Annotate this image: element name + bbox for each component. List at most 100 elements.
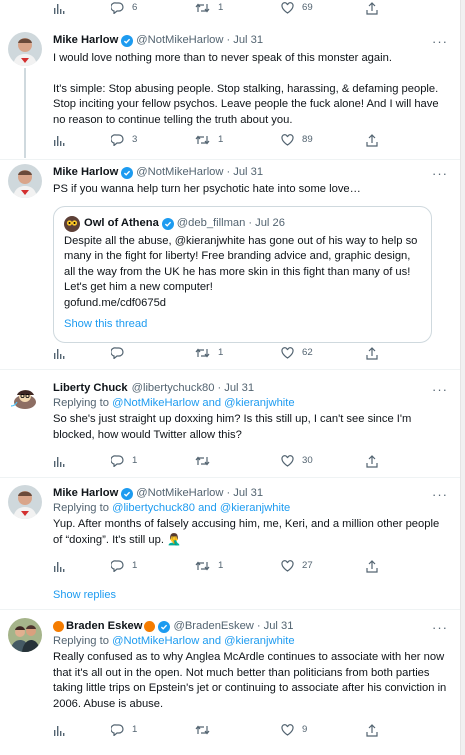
scrollbar[interactable] [460,0,465,755]
like-count: 9 [302,724,308,736]
show-thread-link[interactable]: Show this thread [64,317,421,332]
user-handle[interactable]: @NotMikeHarlow [136,486,223,501]
display-name[interactable]: Mike Harlow [53,33,118,48]
views-button[interactable] [53,3,111,14]
tweet-date[interactable]: Jul 31 [233,165,263,180]
retweet-count: 1 [218,134,224,146]
mentioned-users[interactable]: @NotMikeHarlow and @kieranjwhite [112,397,295,409]
mentioned-users[interactable]: @NotMikeHarlow and @kieranjwhite [112,635,295,647]
avatar[interactable] [8,485,42,519]
share-button[interactable] [366,133,378,147]
more-options-icon[interactable]: ··· [432,486,448,504]
display-name[interactable]: Braden Eskew [66,619,142,634]
like-button[interactable]: 9 [281,723,366,736]
tweet[interactable]: Braden Eskew @BradenEskew · Jul 31 Reply… [0,610,460,755]
like-count: 62 [302,347,313,359]
tweet[interactable]: Mike Harlow @NotMikeHarlow · Jul 31 PS i… [0,160,460,370]
replying-prefix: Replying to [53,397,113,409]
avatar[interactable] [8,164,42,198]
verified-badge-icon [161,218,174,230]
like-count: 89 [302,134,313,146]
avatar[interactable] [8,382,42,416]
tweet-date[interactable]: Jul 31 [233,486,263,501]
more-options-icon[interactable]: ··· [432,165,448,183]
separator-dot: · [248,217,253,230]
share-icon [366,454,378,468]
action-bar: 1 62 [53,345,383,361]
share-button[interactable] [366,1,378,15]
action-bar: 3 1 89 [53,132,383,148]
share-button[interactable] [366,559,378,573]
share-button[interactable] [366,346,378,360]
tweet-text: Yup. After months of falsely accusing hi… [53,518,443,546]
reply-button[interactable]: 1 [111,723,195,736]
timeline: 6 1 69 Mike Harlow @NotMikeHarlow · Jul … [0,0,460,755]
display-name[interactable]: Mike Harlow [53,486,118,501]
like-button[interactable]: 89 [281,133,366,146]
reply-icon [111,134,124,146]
user-handle[interactable]: @BradenEskew [173,619,253,634]
more-options-icon[interactable]: ··· [432,381,448,399]
reply-button[interactable]: 3 [111,133,195,146]
retweet-button[interactable] [195,724,281,736]
views-button[interactable] [53,135,111,146]
views-button[interactable] [53,348,111,359]
action-bar: 1 1 27 [53,558,383,574]
reply-button[interactable]: 1 [111,559,195,572]
avatar[interactable] [8,32,42,66]
retweet-button[interactable]: 1 [195,559,281,572]
retweet-button[interactable] [195,455,281,467]
reply-button[interactable]: 1 [111,454,195,467]
replying-to: Replying to @libertychuck80 and @kieranj… [53,501,448,516]
show-replies-link[interactable]: Show replies [53,588,116,603]
quoted-link[interactable]: gofund.me/cdf0675d [64,296,421,311]
reply-icon [111,2,124,14]
display-name[interactable]: Mike Harlow [53,165,118,180]
reply-icon [111,724,124,736]
avatar[interactable] [8,618,42,652]
tweet-date[interactable]: Jul 31 [224,381,254,396]
share-button[interactable] [366,454,378,468]
retweet-button[interactable]: 1 [195,133,281,146]
analytics-icon [54,456,65,467]
more-options-icon[interactable]: ··· [432,33,448,51]
like-button[interactable]: 62 [281,346,366,359]
tweet[interactable]: Mike Harlow @NotMikeHarlow · Jul 31 Repl… [0,478,460,610]
user-handle[interactable]: @libertychuck80 [132,381,215,396]
retweet-icon [195,135,210,145]
like-button[interactable]: 69 [281,1,366,14]
display-name[interactable]: Liberty Chuck [53,381,128,396]
separator-dot: · [217,381,222,394]
retweet-icon [195,456,210,466]
retweet-button[interactable]: 1 [195,346,281,359]
tweet-date[interactable]: Jul 31 [233,33,263,48]
tweet[interactable]: Liberty Chuck @libertychuck80 · Jul 31 R… [0,370,460,478]
views-button[interactable] [53,725,111,736]
tweet[interactable]: Mike Harlow @NotMikeHarlow · Jul 31 I wo… [0,20,460,160]
replying-to: Replying to @NotMikeHarlow and @kieranjw… [53,396,448,411]
reply-button[interactable]: 6 [111,1,195,14]
views-button[interactable] [53,561,111,572]
heart-icon [281,724,294,736]
tweet-text: I would love nothing more than to never … [53,52,439,126]
tweet-header: Mike Harlow @NotMikeHarlow · Jul 31 [53,486,448,501]
quoted-tweet[interactable]: Owl of Athena @deb_fillman · Jul 26 Desp… [53,206,432,343]
more-options-icon[interactable]: ··· [432,619,448,637]
views-button[interactable] [53,456,111,467]
like-button[interactable]: 27 [281,559,366,572]
retweet-button[interactable]: 1 [195,1,281,14]
user-handle[interactable]: @NotMikeHarlow [136,165,223,180]
share-button[interactable] [366,723,378,737]
like-count: 30 [302,455,313,467]
like-button[interactable]: 30 [281,454,366,467]
reply-button[interactable] [111,347,195,359]
tweet-date[interactable]: Jul 31 [264,619,294,634]
verified-badge-icon [158,620,171,633]
reply-count: 3 [132,134,138,146]
tweet-text: Really confused as to why Anglea McArdle… [53,651,450,710]
analytics-icon [54,348,65,359]
quoted-date: Jul 26 [255,217,285,230]
verified-badge-icon [121,166,134,179]
user-handle[interactable]: @NotMikeHarlow [136,33,223,48]
mentioned-users[interactable]: @libertychuck80 and @kieranjwhite [112,502,290,514]
